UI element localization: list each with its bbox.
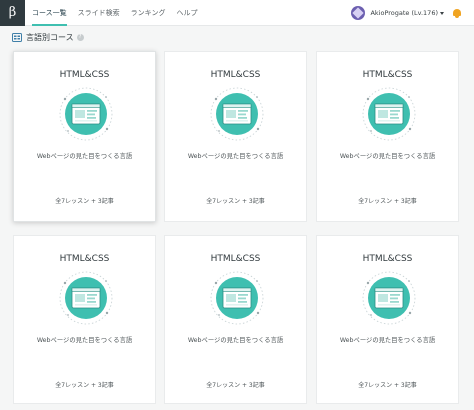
bell-icon[interactable] — [452, 8, 462, 18]
course-title: HTML&CSS — [59, 70, 110, 80]
course-description: Webページの見た目をつくる言語 — [187, 153, 284, 160]
nav-ranking[interactable]: ランキング — [131, 0, 166, 26]
course-card-6[interactable]: HTML&CSS Webページの見た目をつくる言語 全7レッスン + 3記事 — [316, 235, 459, 404]
course-card-4[interactable]: HTML&CSS Webページの見た目をつくる言語 全7レッスン + 3記事 — [13, 235, 156, 404]
course-card-2[interactable]: HTML&CSS Webページの見た目をつくる言語 全7レッスン + 3記事 — [164, 51, 307, 222]
course-card-5[interactable]: HTML&CSS Webページの見た目をつくる言語 全7レッスン + 3記事 — [164, 235, 307, 404]
html-css-illustration — [59, 87, 113, 141]
avatar[interactable] — [351, 6, 366, 20]
caret-down-icon[interactable] — [440, 11, 444, 15]
course-title: HTML&CSS — [362, 70, 413, 80]
html-css-illustration — [210, 271, 264, 325]
course-lesson-count: 全7レッスン + 3記事 — [206, 382, 265, 389]
html-css-illustration — [362, 87, 416, 141]
course-description: Webページの見た目をつくる言語 — [187, 337, 284, 344]
info-icon[interactable]: ? — [76, 33, 84, 41]
nav-course-list[interactable]: コース一覧 — [32, 0, 67, 26]
html-css-illustration — [362, 271, 416, 325]
beta-logo[interactable]: β — [0, 0, 25, 26]
html-css-illustration — [59, 271, 113, 325]
course-lesson-count: 全7レッスン + 3記事 — [206, 198, 265, 205]
html-css-illustration — [210, 87, 264, 141]
main-nav: コース一覧 スライド検索 ランキング ヘルプ — [32, 0, 208, 26]
nav-help[interactable]: ヘルプ — [176, 0, 197, 26]
course-lesson-count: 全7レッスン + 3記事 — [55, 382, 114, 389]
course-lesson-count: 全7レッスン + 3記事 — [55, 198, 114, 205]
course-lesson-count: 全7レッスン + 3記事 — [358, 382, 417, 389]
section-title: 言語別コース — [26, 32, 74, 42]
nav-slide-search[interactable]: スライド検索 — [78, 0, 120, 26]
section-header: 言語別コース ? — [12, 31, 84, 43]
username[interactable]: AkioProgate (Lv.176) — [370, 9, 438, 17]
course-title: HTML&CSS — [362, 254, 413, 264]
course-title: HTML&CSS — [210, 70, 261, 80]
user-menu[interactable]: AkioProgate (Lv.176) — [351, 0, 462, 26]
course-description: Webページの見た目をつくる言語 — [339, 153, 436, 160]
course-lesson-count: 全7レッスン + 3記事 — [358, 198, 417, 205]
course-title: HTML&CSS — [210, 254, 261, 264]
course-list-icon — [12, 32, 22, 42]
course-description: Webページの見た目をつくる言語 — [36, 153, 133, 160]
course-description: Webページの見た目をつくる言語 — [339, 337, 436, 344]
course-card-1[interactable]: HTML&CSS Webページの見た目をつくる言語 全7レッスン + 3記事 — [13, 51, 156, 222]
top-navigation-bar: β コース一覧 スライド検索 ランキング ヘルプ AkioProgate (Lv… — [0, 0, 474, 26]
course-card-3[interactable]: HTML&CSS Webページの見た目をつくる言語 全7レッスン + 3記事 — [316, 51, 459, 222]
course-title: HTML&CSS — [59, 254, 110, 264]
course-description: Webページの見た目をつくる言語 — [36, 337, 133, 344]
